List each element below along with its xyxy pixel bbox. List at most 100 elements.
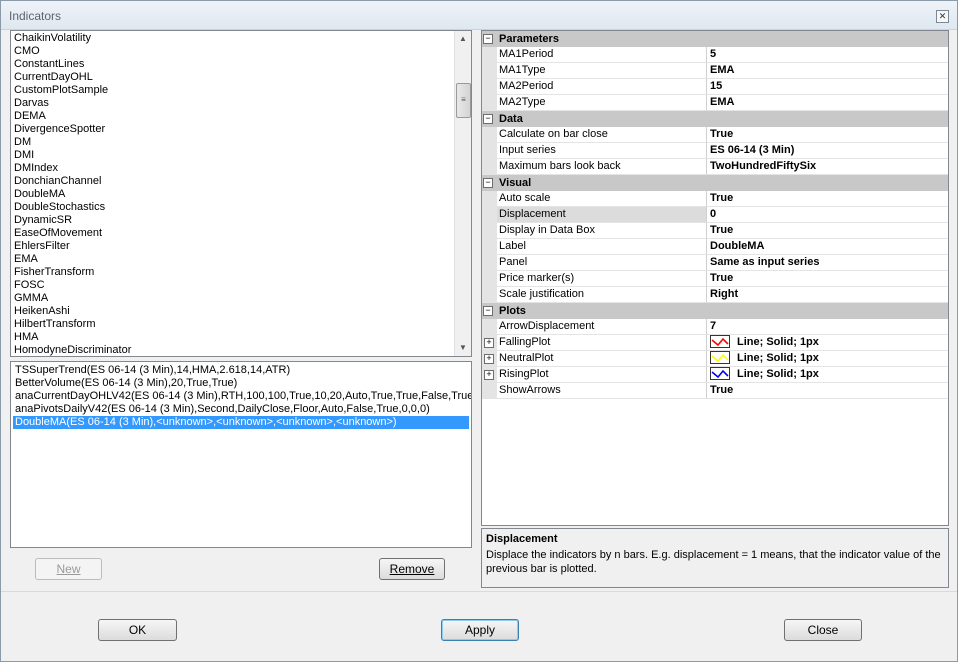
- indicator-list[interactable]: ChaikinVolatility CMO ConstantLines Current…: [10, 30, 472, 357]
- indicator-list-item[interactable]: DoubleMA: [14, 188, 454, 201]
- close-icon[interactable]: ✕: [936, 10, 949, 23]
- indicator-list-item[interactable]: DMIndex: [14, 162, 454, 175]
- property-value[interactable]: True: [707, 271, 948, 287]
- property-name[interactable]: Price marker(s): [497, 271, 707, 287]
- applied-indicator-item[interactable]: TSSuperTrend(ES 06-14 (3 Min),14,HMA,2.6…: [13, 364, 290, 377]
- indicator-list-item[interactable]: DonchianChannel: [14, 175, 454, 188]
- indicator-list-item[interactable]: HilbertTransform: [14, 318, 454, 331]
- collapse-icon[interactable]: −: [483, 178, 493, 188]
- category-parameters[interactable]: − Parameters: [482, 31, 948, 47]
- property-value[interactable]: Line; Solid; 1px: [707, 367, 948, 383]
- property-row[interactable]: ShowArrows True: [482, 383, 948, 399]
- indicator-list-item[interactable]: CustomPlotSample: [14, 84, 454, 97]
- property-value[interactable]: TwoHundredFiftySix: [707, 159, 948, 175]
- property-name[interactable]: Displacement: [497, 207, 707, 223]
- applied-indicator-item[interactable]: BetterVolume(ES 06-14 (3 Min),20,True,Tr…: [13, 377, 237, 390]
- property-name[interactable]: Panel: [497, 255, 707, 271]
- property-row[interactable]: MA2Type EMA: [482, 95, 948, 111]
- category-plots[interactable]: − Plots: [482, 303, 948, 319]
- property-value[interactable]: True: [707, 191, 948, 207]
- property-name[interactable]: MA2Type: [497, 95, 707, 111]
- property-value[interactable]: Right: [707, 287, 948, 303]
- property-row[interactable]: Maximum bars look back TwoHundredFiftySix: [482, 159, 948, 175]
- applied-indicators-list[interactable]: TSSuperTrend(ES 06-14 (3 Min),14,HMA,2.6…: [10, 361, 472, 548]
- ok-button[interactable]: OK: [98, 619, 177, 641]
- indicator-list-item[interactable]: DEMA: [14, 110, 454, 123]
- expand-icon[interactable]: +: [484, 338, 494, 348]
- new-button[interactable]: New: [35, 558, 102, 580]
- expand-icon[interactable]: +: [484, 354, 494, 364]
- indicator-list-item[interactable]: FOSC: [14, 279, 454, 292]
- collapse-icon[interactable]: −: [483, 114, 493, 124]
- indicator-list-item[interactable]: EaseOfMovement: [14, 227, 454, 240]
- property-value[interactable]: 5: [707, 47, 948, 63]
- apply-button[interactable]: Apply: [441, 619, 519, 641]
- property-row[interactable]: Displacement 0: [482, 207, 948, 223]
- scroll-down-icon[interactable]: ▼: [455, 340, 471, 356]
- property-value[interactable]: EMA: [707, 63, 948, 79]
- property-value[interactable]: 15: [707, 79, 948, 95]
- property-name[interactable]: ShowArrows: [497, 383, 707, 399]
- indicator-list-item[interactable]: DivergenceSpotter: [14, 123, 454, 136]
- expand-icon[interactable]: +: [484, 370, 494, 380]
- property-name[interactable]: FallingPlot: [497, 335, 707, 351]
- property-row[interactable]: MA1Period 5: [482, 47, 948, 63]
- indicator-list-item[interactable]: HMA: [14, 331, 454, 344]
- property-row[interactable]: + FallingPlot Line; Solid; 1px: [482, 335, 948, 351]
- indicator-list-item[interactable]: GMMA: [14, 292, 454, 305]
- property-name[interactable]: Input series: [497, 143, 707, 159]
- property-value[interactable]: DoubleMA: [707, 239, 948, 255]
- indicator-list-item[interactable]: DMI: [14, 149, 454, 162]
- property-name[interactable]: NeutralPlot: [497, 351, 707, 367]
- applied-indicator-selected[interactable]: DoubleMA(ES 06-14 (3 Min),<unknown>,<unk…: [13, 416, 469, 429]
- indicator-list-item[interactable]: HeikenAshi: [14, 305, 454, 318]
- property-value[interactable]: 0: [707, 207, 948, 223]
- property-value[interactable]: ES 06-14 (3 Min): [707, 143, 948, 159]
- applied-indicator-item[interactable]: anaCurrentDayOHLV42(ES 06-14 (3 Min),RTH…: [13, 390, 471, 403]
- property-name[interactable]: Label: [497, 239, 707, 255]
- indicator-list-item[interactable]: ConstantLines: [14, 58, 454, 71]
- property-row[interactable]: Panel Same as input series: [482, 255, 948, 271]
- property-row[interactable]: MA1Type EMA: [482, 63, 948, 79]
- property-name[interactable]: RisingPlot: [497, 367, 707, 383]
- property-name[interactable]: Auto scale: [497, 191, 707, 207]
- indicator-list-item[interactable]: DM: [14, 136, 454, 149]
- indicator-list-item[interactable]: CMO: [14, 45, 454, 58]
- indicator-list-item[interactable]: DoubleStochastics: [14, 201, 454, 214]
- property-name[interactable]: MA2Period: [497, 79, 707, 95]
- property-name[interactable]: ArrowDisplacement: [497, 319, 707, 335]
- property-name[interactable]: MA1Type: [497, 63, 707, 79]
- property-value[interactable]: Line; Solid; 1px: [707, 351, 948, 367]
- remove-button[interactable]: Remove: [379, 558, 445, 580]
- collapse-icon[interactable]: −: [483, 34, 493, 44]
- close-button[interactable]: Close: [784, 619, 862, 641]
- indicator-list-item[interactable]: DynamicSR: [14, 214, 454, 227]
- property-name[interactable]: Maximum bars look back: [497, 159, 707, 175]
- property-row[interactable]: Label DoubleMA: [482, 239, 948, 255]
- indicator-list-item[interactable]: FisherTransform: [14, 266, 454, 279]
- property-value[interactable]: Line; Solid; 1px: [707, 335, 948, 351]
- property-row[interactable]: + RisingPlot Line; Solid; 1px: [482, 367, 948, 383]
- property-value[interactable]: Same as input series: [707, 255, 948, 271]
- property-grid[interactable]: − Parameters MA1Period 5 MA1Type EMA MA2Period…: [481, 30, 949, 526]
- property-row[interactable]: ArrowDisplacement 7: [482, 319, 948, 335]
- collapse-icon[interactable]: −: [483, 306, 493, 316]
- indicator-list-item[interactable]: HomodyneDiscriminator: [14, 344, 454, 356]
- property-row[interactable]: Display in Data Box True: [482, 223, 948, 239]
- property-row[interactable]: MA2Period 15: [482, 79, 948, 95]
- indicator-list-item[interactable]: EMA: [14, 253, 454, 266]
- property-row[interactable]: + NeutralPlot Line; Solid; 1px: [482, 351, 948, 367]
- category-visual[interactable]: − Visual: [482, 175, 948, 191]
- property-value[interactable]: 7: [707, 319, 948, 335]
- indicator-list-item[interactable]: EhlersFilter: [14, 240, 454, 253]
- property-row[interactable]: Calculate on bar close True: [482, 127, 948, 143]
- category-data[interactable]: − Data: [482, 111, 948, 127]
- property-name[interactable]: Calculate on bar close: [497, 127, 707, 143]
- property-name[interactable]: MA1Period: [497, 47, 707, 63]
- property-row[interactable]: Auto scale True: [482, 191, 948, 207]
- indicator-list-item[interactable]: Darvas: [14, 97, 454, 110]
- property-name[interactable]: Display in Data Box: [497, 223, 707, 239]
- indicator-list-scrollbar[interactable]: ▲ ≡ ▼: [454, 31, 471, 356]
- property-value[interactable]: EMA: [707, 95, 948, 111]
- property-name[interactable]: Scale justification: [497, 287, 707, 303]
